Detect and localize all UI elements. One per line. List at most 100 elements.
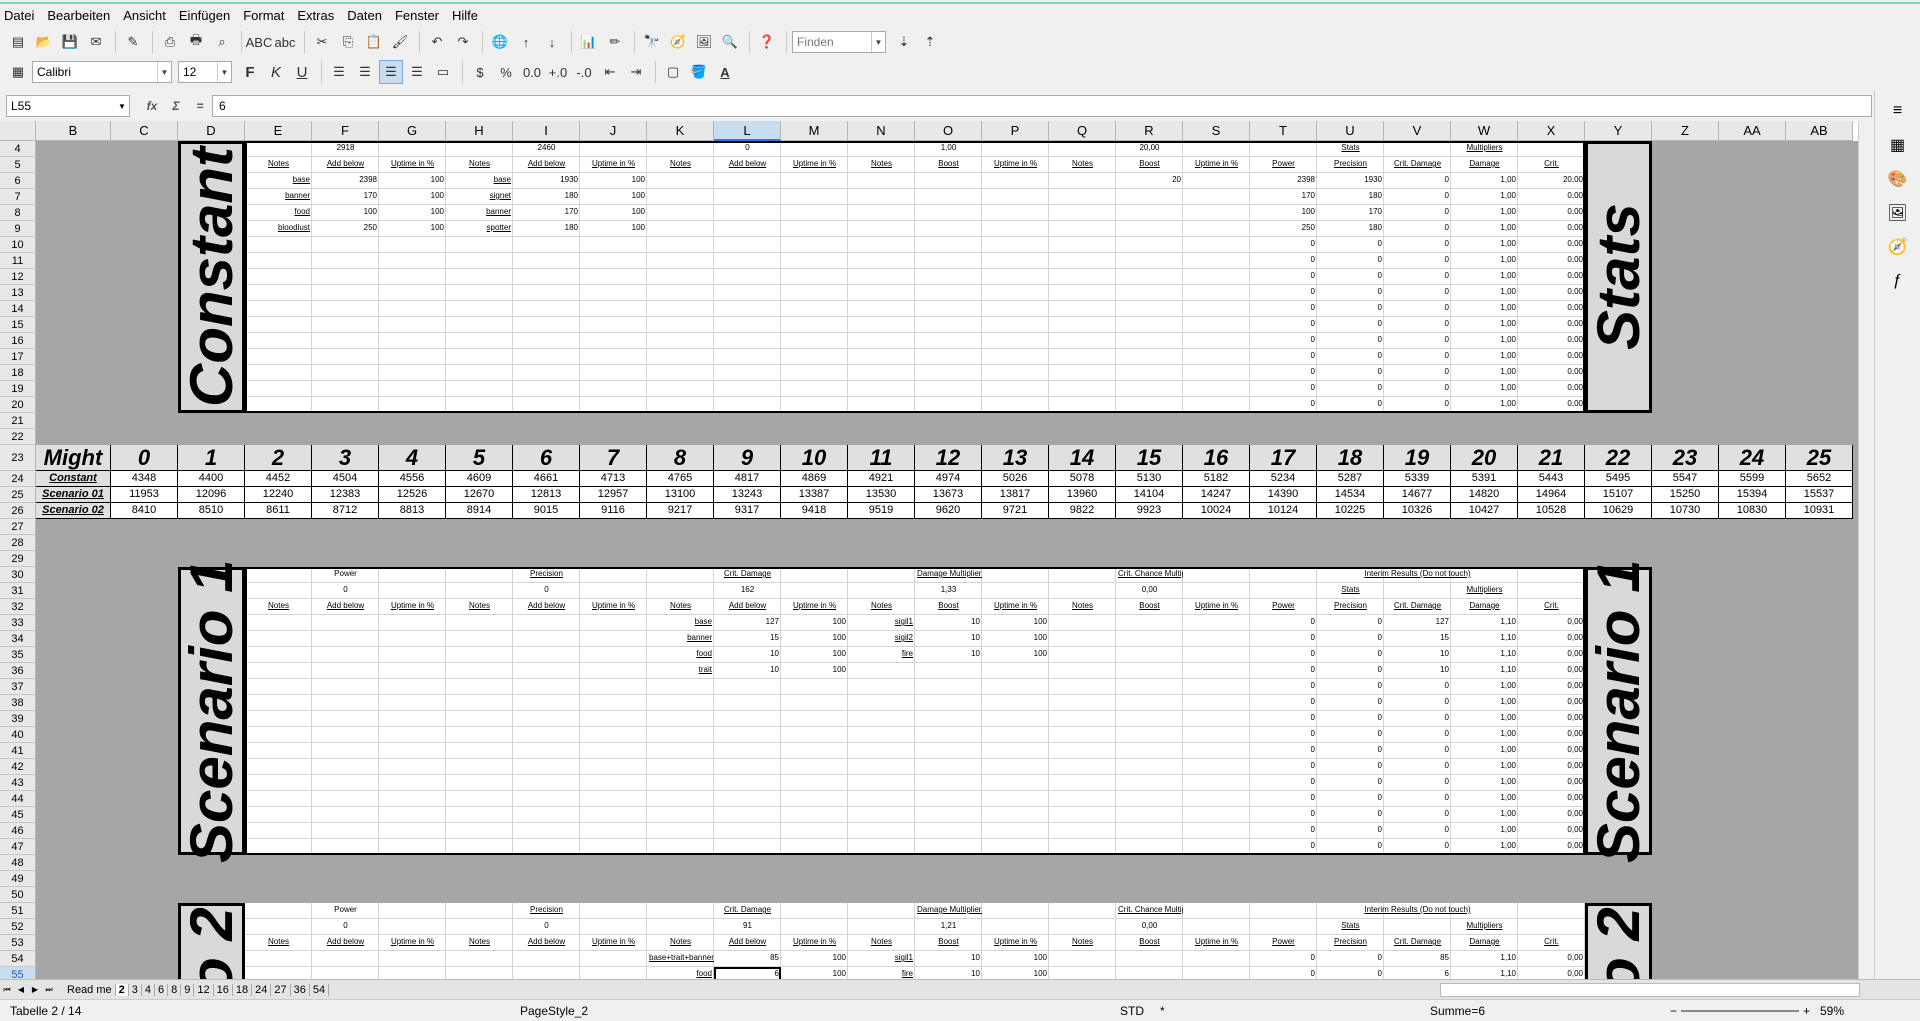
cell-value[interactable]: food [647,647,714,663]
column-label[interactable]: Precision [1317,157,1384,173]
cell-value[interactable]: 1,00 [1451,397,1518,413]
justify-icon[interactable]: ☰ [405,60,429,84]
might-value[interactable]: 13960 [1049,487,1116,503]
might-value[interactable]: 10830 [1719,503,1786,519]
cell-value[interactable]: sigil1 [848,951,915,967]
cell-value[interactable]: 0 [1384,727,1451,743]
might-value[interactable]: 5495 [1585,471,1652,487]
cell-value[interactable]: banner [647,631,714,647]
find-combo[interactable]: Finden ▼ [792,31,886,53]
paste-icon[interactable]: 📋 [362,30,386,54]
cell-value[interactable]: 0 [1250,775,1317,791]
cell-value[interactable]: 0 [1384,823,1451,839]
column-label[interactable]: Crit. [1518,599,1585,615]
grid-cell[interactable] [1049,903,1116,919]
might-value[interactable]: 10326 [1384,503,1451,519]
might-value[interactable]: 12670 [446,487,513,503]
grid-cell[interactable] [781,919,848,935]
cell-value[interactable]: 170 [1250,189,1317,205]
cell-value[interactable]: 1,00 [1451,695,1518,711]
find-input[interactable]: Finden [797,35,834,49]
column-label[interactable]: Uptime in % [379,935,446,951]
cell-value[interactable]: 100 [781,647,848,663]
grid-cell[interactable] [1183,903,1250,919]
grid-cell[interactable] [982,903,1049,919]
cell-value[interactable]: 180 [513,221,580,237]
cell-value[interactable]: 20 [1116,173,1183,189]
cell-value[interactable]: 0 [1384,221,1451,237]
cell-value[interactable]: 0 [1384,775,1451,791]
cell-value[interactable]: banner [245,189,312,205]
column-label[interactable]: Boost [915,935,982,951]
cell-value[interactable]: 0,00 [1518,743,1585,759]
row-header[interactable]: 52 [0,919,36,935]
cell-value[interactable]: 0 [312,919,379,935]
grid-cell[interactable] [245,967,312,979]
column-label[interactable]: Notes [1049,935,1116,951]
column-label[interactable]: Uptime in % [580,157,647,173]
might-value[interactable]: 4869 [781,471,848,487]
menu-datei[interactable]: Datei [4,8,34,23]
cell-value[interactable]: 0 [1317,791,1384,807]
redo-icon[interactable]: ↷ [451,30,475,54]
grid-cell[interactable] [1049,951,1116,967]
cell-value[interactable]: 1,00 [1451,333,1518,349]
cell-value[interactable]: 0 [1317,775,1384,791]
column-label[interactable]: Notes [446,157,513,173]
cell-value[interactable]: 0 [1384,253,1451,269]
row-header[interactable]: 54 [0,951,36,967]
row-header[interactable]: 24 [0,471,36,487]
cell-value[interactable]: base [647,615,714,631]
cell-value[interactable]: 0 [1250,237,1317,253]
cell-value[interactable]: 0 [1317,711,1384,727]
grid-cell[interactable] [312,951,379,967]
email-icon[interactable]: ✉ [84,30,108,54]
align-right-icon[interactable]: ☰ [379,60,403,84]
cell-value[interactable]: 10 [915,951,982,967]
cell-value[interactable]: 1,10 [1451,663,1518,679]
grid-cell[interactable] [1116,951,1183,967]
grid-cell[interactable] [245,903,312,919]
column-header[interactable]: R [1116,121,1183,141]
cell-value[interactable]: base [446,173,513,189]
cell-value[interactable]: 0,00 [1518,301,1585,317]
column-header[interactable]: F [312,121,379,141]
column-label[interactable]: Crit. Damage [1384,157,1451,173]
cell-value[interactable]: 1,00 [1451,823,1518,839]
align-center-icon[interactable]: ☰ [353,60,377,84]
might-value[interactable]: 8813 [379,503,446,519]
column-label[interactable]: Notes [647,157,714,173]
might-value[interactable]: 14390 [1250,487,1317,503]
row-header[interactable]: 4 [0,141,36,157]
cell-value[interactable]: 100 [781,663,848,679]
row-header[interactable]: 22 [0,429,36,445]
cell-value[interactable]: 100 [982,967,1049,979]
row-header[interactable]: 50 [0,887,36,903]
grid-cell[interactable] [446,903,513,919]
cell-value[interactable]: Multipliers [1451,141,1518,157]
active-cell-cursor[interactable] [714,967,781,979]
formula-input[interactable]: 6 [212,95,1872,117]
column-label[interactable]: Add below [714,157,781,173]
cell-value[interactable]: 1930 [1317,173,1384,189]
might-value[interactable]: 13387 [781,487,848,503]
cell-value[interactable]: 0,00 [1518,823,1585,839]
sheet-tab[interactable]: 9 [181,983,195,996]
might-value[interactable]: 8410 [111,503,178,519]
cell-value[interactable]: 0 [1384,365,1451,381]
might-value[interactable]: 10931 [1786,503,1853,519]
might-value[interactable]: 5287 [1317,471,1384,487]
cell-value[interactable]: 0 [1250,365,1317,381]
cell-value[interactable]: 0,00 [1518,189,1585,205]
navigator-icon[interactable]: 🧭 [1885,234,1911,260]
cell-value[interactable]: 1,00 [1451,237,1518,253]
might-value[interactable]: 4661 [513,471,580,487]
might-value[interactable]: 13817 [982,487,1049,503]
draw-functions-icon[interactable]: ✏ [603,30,627,54]
cell-value[interactable]: 0 [1317,695,1384,711]
grid-cell[interactable] [446,951,513,967]
sheet-tab[interactable]: 3 [129,983,142,996]
cell-value[interactable]: 0,00 [1518,381,1585,397]
cell-value[interactable]: 0 [1384,381,1451,397]
might-value[interactable]: 15394 [1719,487,1786,503]
